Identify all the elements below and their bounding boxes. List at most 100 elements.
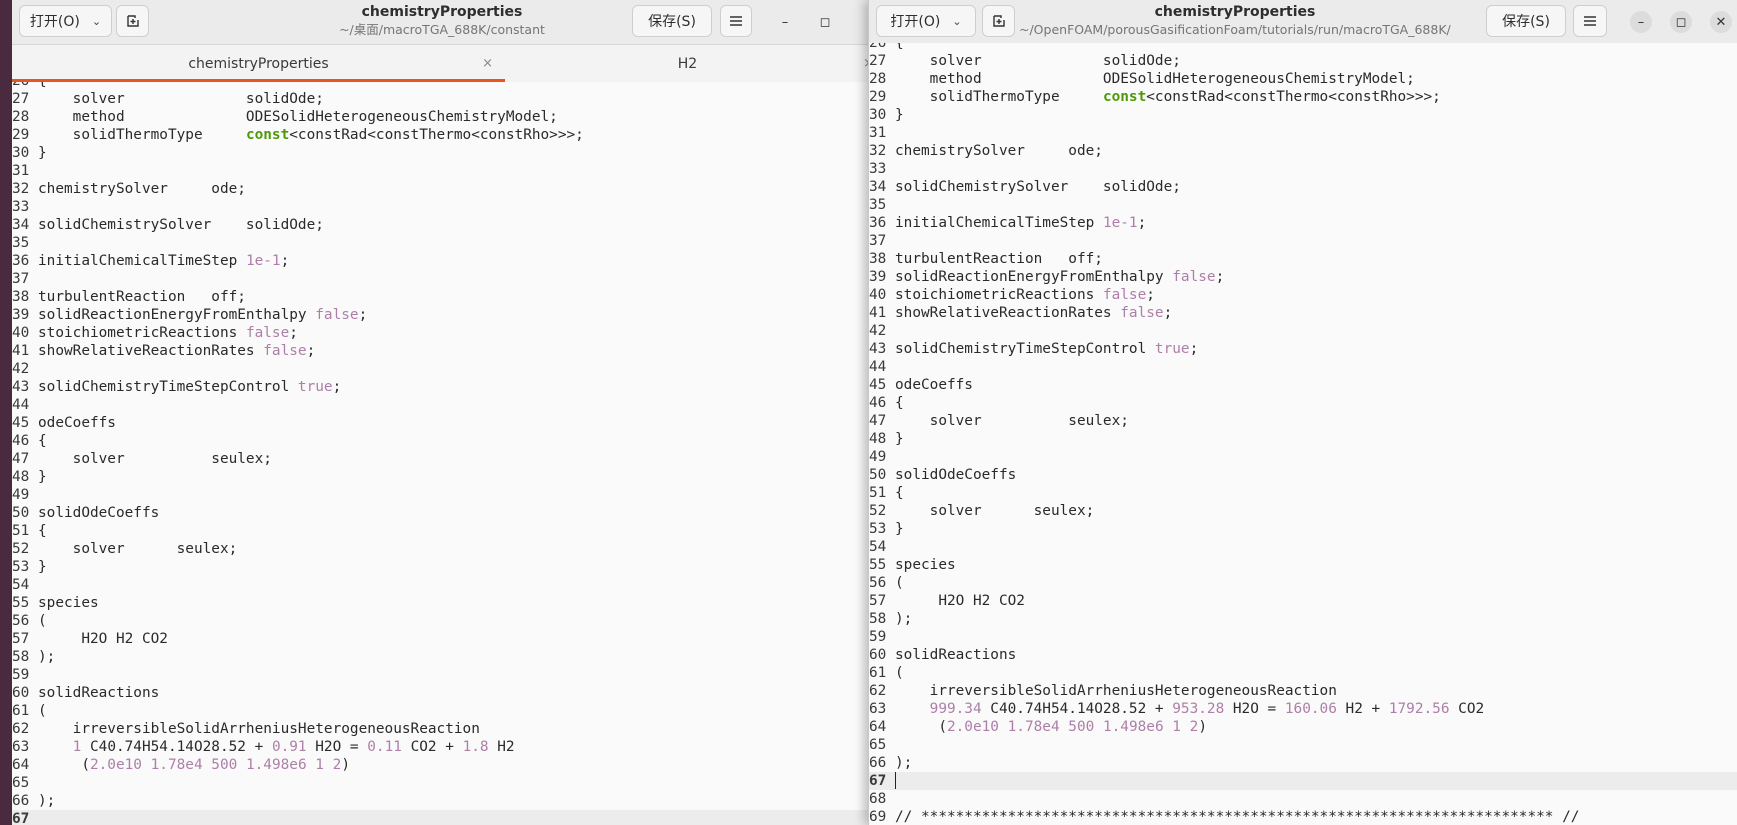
- editor-line[interactable]: 51 {: [12, 522, 870, 540]
- editor-line[interactable]: 40 stoichiometricReactions false;: [12, 324, 870, 342]
- editor-line[interactable]: 63 999.34 C40.74H54.14O28.52 + 953.28 H2…: [869, 700, 1737, 718]
- editor-line[interactable]: 62 irreversibleSolidArrheniusHeterogeneo…: [12, 720, 870, 738]
- editor-line[interactable]: 29 solidThermoType const<constRad<constT…: [12, 126, 870, 144]
- editor-line[interactable]: 64 (2.0e10 1.78e4 500 1.498e6 1 2): [869, 718, 1737, 736]
- editor-line[interactable]: 29 solidThermoType const<constRad<constT…: [869, 88, 1737, 106]
- editor-line[interactable]: 66);: [869, 754, 1737, 772]
- editor-line[interactable]: 43 solidChemistryTimeStepControl true;: [869, 340, 1737, 358]
- editor-line[interactable]: 56 (: [12, 612, 870, 630]
- editor-line[interactable]: 59: [12, 666, 870, 684]
- editor-line[interactable]: 32 chemistrySolver ode;: [12, 180, 870, 198]
- editor-line[interactable]: 28 method ODESolidHeterogeneousChemistry…: [869, 70, 1737, 88]
- editor-line[interactable]: 38 turbulentReaction off;: [869, 250, 1737, 268]
- right-menu-button[interactable]: [1573, 5, 1607, 37]
- editor-line[interactable]: 42: [869, 322, 1737, 340]
- editor-line[interactable]: 63 1 C40.74H54.14O28.52 + 0.91 H2O = 0.1…: [12, 738, 870, 756]
- editor-line[interactable]: 42: [12, 360, 870, 378]
- editor-line[interactable]: 49: [869, 448, 1737, 466]
- editor-line[interactable]: 31: [869, 124, 1737, 142]
- editor-line[interactable]: 46 {: [12, 432, 870, 450]
- editor-line[interactable]: 51 {: [869, 484, 1737, 502]
- editor-line[interactable]: 46 {: [869, 394, 1737, 412]
- editor-line[interactable]: 60 solidReactions: [869, 646, 1737, 664]
- editor-line[interactable]: 49: [12, 486, 870, 504]
- editor-line[interactable]: 41 showRelativeReactionRates false;: [12, 342, 870, 360]
- editor-line[interactable]: 53}: [12, 558, 870, 576]
- editor-line[interactable]: 50 solidOdeCoeffs: [12, 504, 870, 522]
- left-save-button[interactable]: 保存(S): [632, 5, 712, 37]
- editor-line[interactable]: 26 {: [12, 82, 870, 90]
- editor-line[interactable]: 34 solidChemistrySolver solidOde;: [12, 216, 870, 234]
- editor-line[interactable]: 66);: [12, 792, 870, 810]
- tab-h2[interactable]: H2 ×: [505, 45, 870, 82]
- editor-line[interactable]: 50 solidOdeCoeffs: [869, 466, 1737, 484]
- left-new-tab-button[interactable]: [116, 5, 149, 37]
- editor-line[interactable]: 39 solidReactionEnergyFromEnthalpy false;: [869, 268, 1737, 286]
- editor-line[interactable]: 43 solidChemistryTimeStepControl true;: [12, 378, 870, 396]
- editor-line[interactable]: 45 odeCoeffs: [12, 414, 870, 432]
- editor-line[interactable]: 35: [869, 196, 1737, 214]
- editor-line[interactable]: 58);: [12, 648, 870, 666]
- editor-line[interactable]: 54: [869, 538, 1737, 556]
- editor-line[interactable]: 53}: [869, 520, 1737, 538]
- editor-line[interactable]: 31: [12, 162, 870, 180]
- editor-line[interactable]: 34 solidChemistrySolver solidOde;: [869, 178, 1737, 196]
- editor-line[interactable]: 37: [12, 270, 870, 288]
- left-text-editor[interactable]: 26{27 solver solidOde;28 method ODESolid…: [12, 82, 870, 825]
- tab-chemistryproperties[interactable]: chemistryProperties ×: [12, 45, 505, 82]
- editor-line[interactable]: 47 solver seulex;: [869, 412, 1737, 430]
- editor-line[interactable]: 67: [869, 772, 1737, 790]
- editor-line[interactable]: 48}: [12, 468, 870, 486]
- editor-line[interactable]: 28 method ODESolidHeterogeneousChemistry…: [12, 108, 870, 126]
- editor-line[interactable]: 27 solver solidOde;: [12, 90, 870, 108]
- editor-line[interactable]: 61 (: [869, 664, 1737, 682]
- right-open-button[interactable]: 打开(O) ⌄: [876, 5, 976, 37]
- editor-line[interactable]: 40 stoichiometricReactions false;: [869, 286, 1737, 304]
- editor-line[interactable]: 30}: [12, 144, 870, 162]
- editor-line[interactable]: 55 species: [869, 556, 1737, 574]
- editor-line[interactable]: 32 chemistrySolver ode;: [869, 142, 1737, 160]
- editor-line[interactable]: 47 solver seulex;: [12, 450, 870, 468]
- editor-line[interactable]: 38 turbulentReaction off;: [12, 288, 870, 306]
- editor-line[interactable]: 55 species: [12, 594, 870, 612]
- editor-line[interactable]: 59: [869, 628, 1737, 646]
- editor-line[interactable]: 44: [869, 358, 1737, 376]
- editor-line[interactable]: 69 // ***********************************…: [869, 808, 1737, 825]
- left-minimize-icon[interactable]: –: [774, 11, 796, 33]
- close-tab-icon[interactable]: ×: [482, 56, 493, 71]
- editor-line[interactable]: 30}: [869, 106, 1737, 124]
- editor-line[interactable]: 57 H2O H2 CO2: [12, 630, 870, 648]
- editor-line[interactable]: 68: [869, 790, 1737, 808]
- editor-line[interactable]: 52 solver seulex;: [12, 540, 870, 558]
- editor-line[interactable]: 33: [12, 198, 870, 216]
- editor-line[interactable]: 65: [869, 736, 1737, 754]
- editor-line[interactable]: 37: [869, 232, 1737, 250]
- left-menu-button[interactable]: [720, 5, 752, 37]
- editor-line[interactable]: 60 solidReactions: [12, 684, 870, 702]
- editor-line[interactable]: 44: [12, 396, 870, 414]
- editor-line[interactable]: 64 (2.0e10 1.78e4 500 1.498e6 1 2): [12, 756, 870, 774]
- left-maximize-icon[interactable]: ◻: [814, 11, 836, 33]
- editor-line[interactable]: 35: [12, 234, 870, 252]
- right-maximize-icon[interactable]: ◻: [1670, 11, 1692, 33]
- editor-line[interactable]: 36 initialChemicalTimeStep 1e-1;: [869, 214, 1737, 232]
- editor-line[interactable]: 67: [12, 810, 870, 825]
- right-minimize-icon[interactable]: –: [1630, 11, 1652, 33]
- editor-line[interactable]: 26 {: [869, 43, 1737, 52]
- editor-line[interactable]: 33: [869, 160, 1737, 178]
- editor-line[interactable]: 27 solver solidOde;: [869, 52, 1737, 70]
- editor-line[interactable]: 62 irreversibleSolidArrheniusHeterogeneo…: [869, 682, 1737, 700]
- editor-line[interactable]: 58);: [869, 610, 1737, 628]
- right-close-icon[interactable]: ✕: [1710, 11, 1732, 33]
- editor-line[interactable]: 56 (: [869, 574, 1737, 592]
- editor-line[interactable]: 41 showRelativeReactionRates false;: [869, 304, 1737, 322]
- editor-line[interactable]: 52 solver seulex;: [869, 502, 1737, 520]
- editor-line[interactable]: 65: [12, 774, 870, 792]
- editor-line[interactable]: 54: [12, 576, 870, 594]
- editor-line[interactable]: 39 solidReactionEnergyFromEnthalpy false;: [12, 306, 870, 324]
- editor-line[interactable]: 36 initialChemicalTimeStep 1e-1;: [12, 252, 870, 270]
- right-text-editor[interactable]: 26{27 solver solidOde; 28 method ODESolid…: [869, 43, 1737, 825]
- right-new-tab-button[interactable]: [982, 5, 1015, 37]
- editor-line[interactable]: 48}: [869, 430, 1737, 448]
- editor-line[interactable]: 45 odeCoeffs: [869, 376, 1737, 394]
